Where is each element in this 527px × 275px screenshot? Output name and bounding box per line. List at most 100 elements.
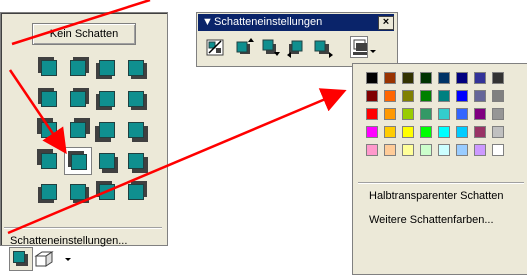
shape-preview-icon — [41, 91, 57, 107]
shadow-style-4[interactable] — [122, 54, 150, 82]
shape-preview-icon — [70, 91, 86, 107]
color-swatch[interactable] — [402, 90, 414, 102]
shadow-style-17[interactable] — [35, 178, 63, 206]
color-swatch[interactable] — [438, 108, 450, 120]
color-swatch[interactable] — [366, 90, 378, 102]
shape-preview-icon — [70, 184, 86, 200]
color-swatch[interactable] — [456, 144, 468, 156]
shadow-style-19[interactable] — [93, 178, 121, 206]
shape-preview-icon — [99, 184, 115, 200]
color-swatch[interactable] — [402, 108, 414, 120]
chevron-down-icon — [370, 50, 376, 53]
shape-preview-icon — [41, 184, 57, 200]
nudge-shadow-left-button[interactable] — [286, 36, 308, 58]
semi-transparent-shadow-label: Halbtransparenter Schatten — [369, 190, 504, 202]
shadow-style-3[interactable] — [93, 54, 121, 82]
more-shadow-colors-label: Weitere Schattenfarben... — [369, 214, 494, 226]
shadow-style-7[interactable] — [93, 85, 121, 113]
color-swatch[interactable] — [402, 72, 414, 84]
shadow-style-15[interactable] — [93, 147, 121, 175]
color-swatch[interactable] — [492, 144, 504, 156]
color-swatch[interactable] — [474, 126, 486, 138]
shadow-style-8[interactable] — [122, 85, 150, 113]
shadow-style-18[interactable] — [64, 178, 92, 206]
nudge-shadow-right-button[interactable] — [312, 36, 334, 58]
color-swatch[interactable] — [474, 144, 486, 156]
color-swatch[interactable] — [438, 90, 450, 102]
shadow-style-9[interactable] — [35, 116, 63, 144]
color-swatch[interactable] — [474, 72, 486, 84]
shape-preview-icon — [128, 153, 144, 169]
color-swatch[interactable] — [456, 126, 468, 138]
shadow-style-13[interactable] — [35, 147, 63, 175]
shape-preview-icon — [128, 184, 144, 200]
shadow-style-1[interactable] — [35, 54, 63, 82]
color-swatch[interactable] — [384, 72, 396, 84]
color-swatch[interactable] — [438, 72, 450, 84]
color-swatch[interactable] — [402, 144, 414, 156]
shape-preview-icon — [99, 60, 115, 76]
shadow-style-10[interactable] — [64, 116, 92, 144]
color-swatch[interactable] — [456, 90, 468, 102]
color-swatch[interactable] — [456, 108, 468, 120]
toolbar-menu-arrow-icon[interactable]: ▼ — [202, 14, 213, 31]
color-swatch[interactable] — [384, 144, 396, 156]
color-swatch[interactable] — [384, 126, 396, 138]
3d-style-button[interactable] — [34, 249, 54, 269]
palette-separator — [4, 227, 162, 229]
color-swatch[interactable] — [384, 108, 396, 120]
color-swatch[interactable] — [492, 126, 504, 138]
shape-preview-icon — [128, 122, 144, 138]
color-swatch[interactable] — [366, 72, 378, 84]
no-shadow-button[interactable]: Kein Schatten — [32, 23, 136, 45]
shadow-color-button[interactable] — [350, 36, 368, 58]
color-swatch[interactable] — [420, 144, 432, 156]
toolbar-close-button[interactable]: × — [378, 16, 394, 30]
shape-preview-icon — [128, 60, 144, 76]
nudge-shadow-right-icon — [314, 40, 333, 58]
shadow-style-6[interactable] — [64, 85, 92, 113]
color-swatch[interactable] — [492, 72, 504, 84]
color-swatch[interactable] — [474, 108, 486, 120]
shadow-style-toolbar-button[interactable] — [9, 247, 33, 271]
nudge-shadow-down-button[interactable] — [260, 36, 282, 58]
toolbar-titlebar[interactable]: ▼ Schatteneinstellungen × — [198, 14, 394, 31]
color-swatch[interactable] — [456, 72, 468, 84]
shadow-style-2[interactable] — [64, 54, 92, 82]
shadow-style-16[interactable] — [122, 147, 150, 175]
3d-style-dropdown-icon[interactable] — [64, 255, 74, 265]
shadow-style-20[interactable] — [122, 178, 150, 206]
3d-cube-icon — [34, 251, 54, 267]
shape-preview-icon — [99, 91, 115, 107]
shadow-style-5[interactable] — [35, 85, 63, 113]
color-swatch[interactable] — [420, 90, 432, 102]
shadow-color-dropdown-arrow[interactable] — [368, 36, 378, 58]
shape-preview-icon — [41, 122, 57, 138]
toolbar-title: Schatteneinstellungen — [214, 16, 323, 28]
color-swatch[interactable] — [420, 126, 432, 138]
color-swatch[interactable] — [366, 144, 378, 156]
shadow-style-11[interactable] — [93, 116, 121, 144]
semi-transparent-shadow-item[interactable]: Halbtransparenter Schatten — [369, 190, 504, 202]
color-swatch[interactable] — [366, 126, 378, 138]
shadow-on-off-icon — [206, 39, 224, 56]
nudge-shadow-up-button[interactable] — [234, 36, 256, 58]
color-swatch[interactable] — [366, 108, 378, 120]
more-shadow-colors-item[interactable]: Weitere Schattenfarben... — [369, 214, 494, 226]
color-swatch[interactable] — [420, 72, 432, 84]
color-swatch[interactable] — [492, 90, 504, 102]
shape-preview-icon — [70, 60, 86, 76]
color-swatch[interactable] — [438, 126, 450, 138]
color-swatch[interactable] — [402, 126, 414, 138]
shadow-style-12[interactable] — [122, 116, 150, 144]
shadow-on-off-button[interactable] — [204, 36, 226, 58]
color-swatch[interactable] — [492, 108, 504, 120]
nudge-shadow-down-icon — [262, 39, 280, 56]
color-swatch[interactable] — [474, 90, 486, 102]
color-swatch[interactable] — [438, 144, 450, 156]
color-swatch[interactable] — [384, 90, 396, 102]
shape-preview-icon — [128, 91, 144, 107]
shape-preview-icon — [41, 60, 57, 76]
color-swatch[interactable] — [420, 108, 432, 120]
shadow-style-14[interactable] — [64, 147, 92, 175]
